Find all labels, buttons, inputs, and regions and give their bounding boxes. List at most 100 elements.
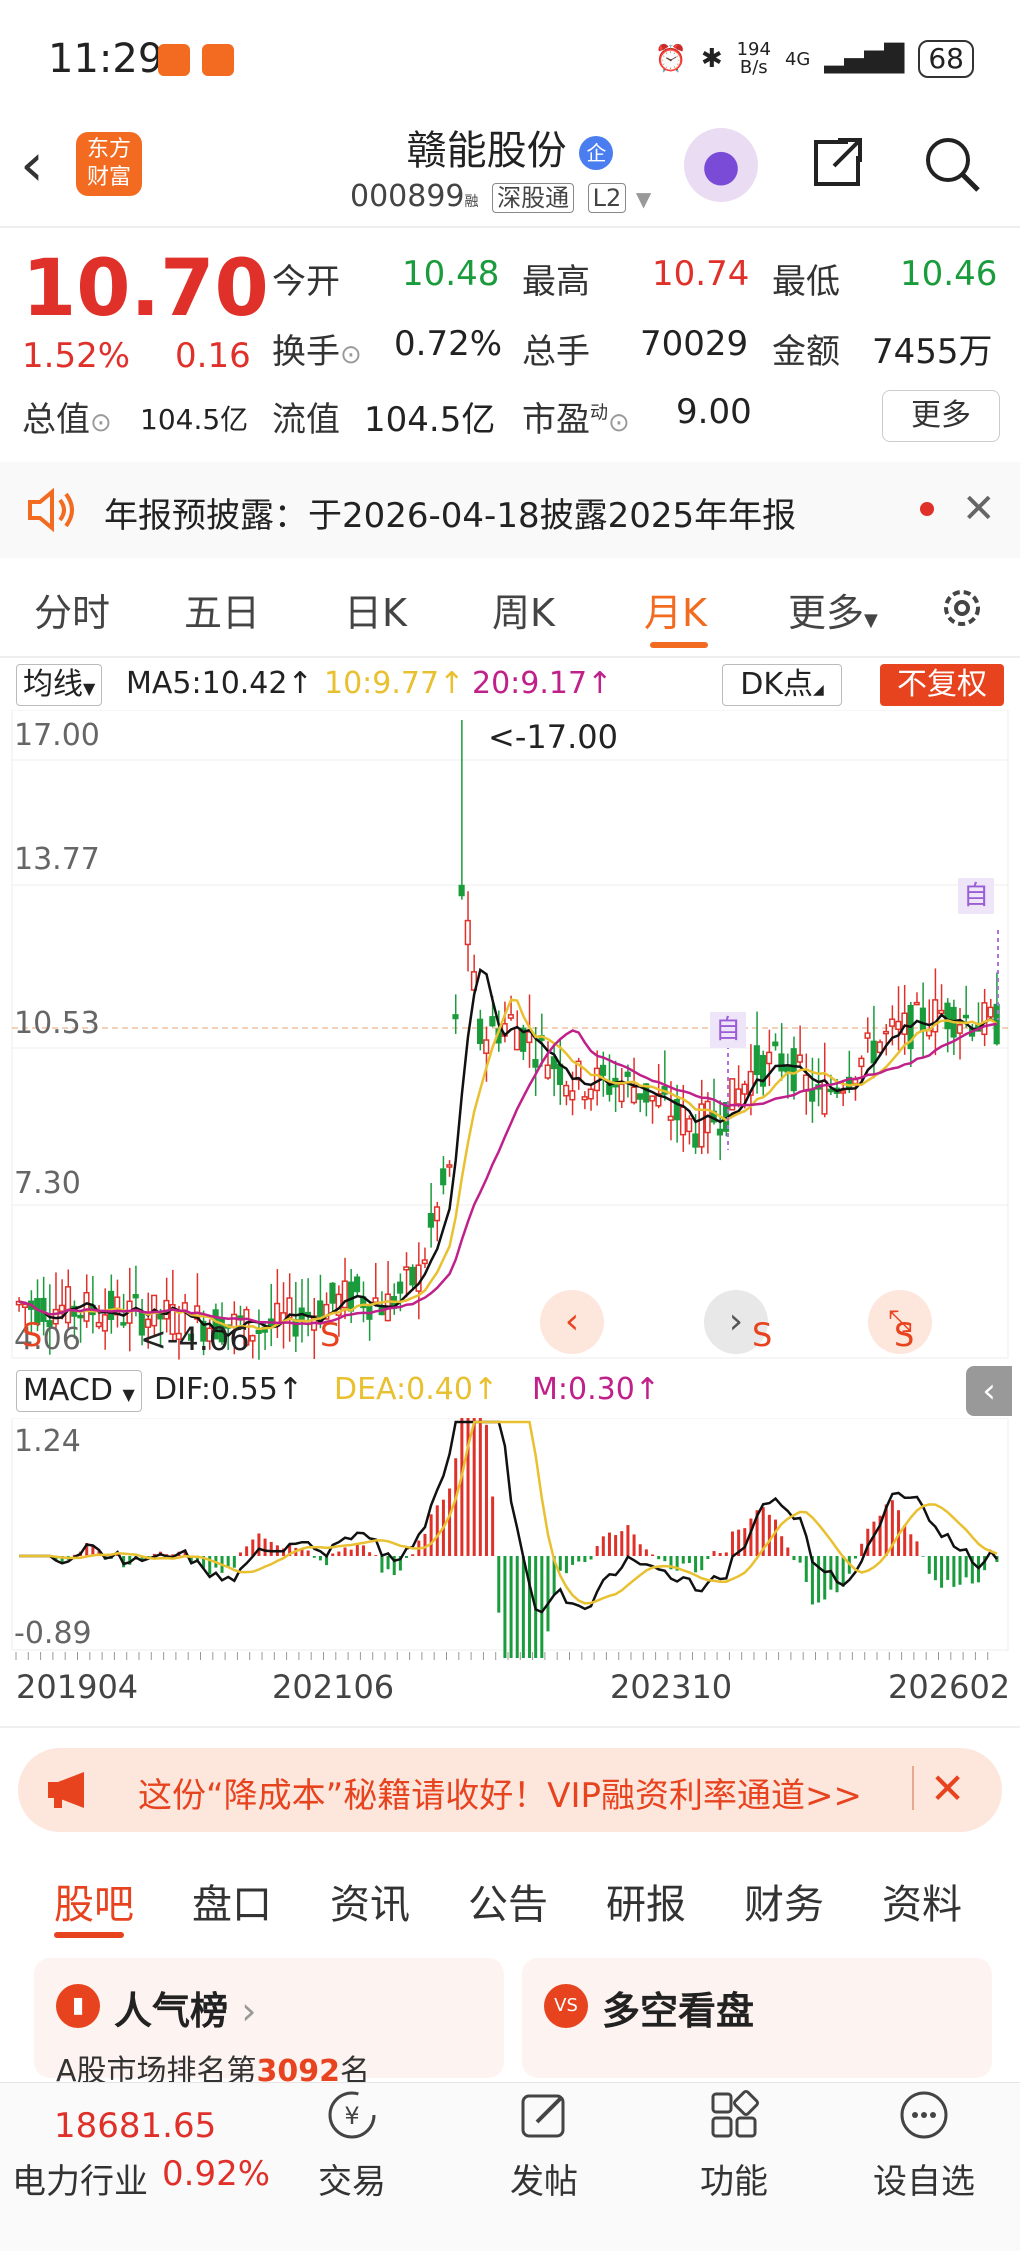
tab-weekly-k[interactable]: 周K [492, 582, 555, 637]
system-icons: ⏰ ✱ 194 B/s 4G ▂▄▆█ 68 [654, 40, 974, 78]
close-icon[interactable]: ✕ [962, 486, 996, 532]
macd-chart[interactable] [0, 1418, 1020, 1658]
tab-order-book[interactable]: 盘口 [192, 1872, 272, 1930]
industry-index[interactable]: 18681.65 [54, 2106, 216, 2146]
scroll-left-button[interactable]: ‹ [540, 1290, 604, 1354]
high-label: 最高 [522, 262, 590, 302]
popularity-title[interactable]: 人气榜 › [114, 1980, 256, 2035]
dif-value: DIF:0.55↑ [154, 1372, 303, 1407]
gear-icon[interactable] [938, 584, 986, 632]
candle-body [938, 1009, 945, 1015]
candle-body [58, 1304, 65, 1312]
more-quote-button[interactable]: 更多 [882, 390, 1000, 442]
candle-body [630, 1086, 637, 1104]
y-tick: 10.53 [14, 1006, 100, 1041]
tab-monthly-k[interactable]: 月K [644, 582, 707, 637]
pe-label: 市盈动⊙ [522, 400, 630, 440]
nav-trade[interactable]: ¥ 交易 [292, 2088, 412, 2203]
tab-intraday[interactable]: 分时 [34, 582, 110, 637]
tab-finance[interactable]: 财务 [744, 1872, 824, 1930]
tab-research[interactable]: 研报 [606, 1872, 686, 1930]
collapse-panel-button[interactable]: ‹ [966, 1366, 1012, 1416]
candle-body [686, 1118, 693, 1133]
candle-body [452, 1014, 459, 1020]
candle-body [796, 1054, 803, 1063]
battery-icon: 68 [918, 40, 974, 78]
net-speed: 194 B/s [736, 39, 771, 78]
chart-icon: ▮ [56, 1984, 100, 2028]
candle-body [624, 1071, 631, 1077]
candle-body [101, 1314, 108, 1332]
candle-body [446, 1164, 453, 1168]
change-percent: 1.52% [22, 336, 131, 376]
edit-icon [521, 2094, 565, 2138]
tab-news[interactable]: 资讯 [330, 1872, 410, 1930]
float-value: 104.5亿 [364, 400, 496, 440]
ma-indicator-select[interactable]: 均线▼ [16, 664, 103, 706]
low-label: 最低 [772, 262, 840, 302]
current-price: 10.70 [22, 244, 269, 334]
nav-post[interactable]: 发帖 [484, 2088, 604, 2203]
candle-body [347, 1281, 355, 1312]
stock-name: 赣能股份 企 [0, 118, 1020, 176]
margin-tag: 融 [464, 194, 479, 210]
svg-text:¥: ¥ [344, 2102, 359, 2130]
tab-profile[interactable]: 资料 [882, 1872, 962, 1930]
tab-announcements[interactable]: 公告 [468, 1872, 548, 1930]
candle-body [532, 1059, 539, 1068]
tab-daily-k[interactable]: 日K [344, 582, 407, 637]
x-tick: 202602 [888, 1668, 1011, 1706]
self-marker[interactable]: 自 [958, 878, 994, 914]
candle-body [987, 1006, 994, 1018]
ma5-value: MA5:10.42↑ [126, 666, 313, 701]
change-amount: 0.16 [175, 336, 251, 376]
macd-indicator-select[interactable]: MACD ▼ [16, 1370, 142, 1412]
candle-body [249, 1334, 256, 1342]
candle-body [600, 1064, 607, 1076]
chevron-down-icon: ▼ [864, 610, 878, 631]
notice-text[interactable]: 年报预披露：于2026-04-18披露2025年年报 [104, 488, 796, 537]
hk-connect-tag: 深股通 [492, 183, 575, 213]
industry-name[interactable]: 电力行业 [12, 2154, 148, 2203]
stock-code: 000899 [350, 179, 465, 214]
candle-body [433, 1206, 441, 1222]
candle-body [569, 1090, 576, 1101]
high-annotation: <-17.00 [488, 718, 618, 756]
tab-five-day[interactable]: 五日 [184, 582, 260, 637]
dk-point-button[interactable]: DK点◢ [722, 664, 842, 706]
bull-bear-title[interactable]: 多空看盘 [602, 1980, 754, 2035]
candle-body [21, 1303, 29, 1308]
x-tick: 201904 [16, 1668, 139, 1706]
x-tick: 202310 [610, 1668, 733, 1706]
candle-body [802, 1074, 810, 1092]
nav-functions[interactable]: 功能 [674, 2088, 794, 2203]
self-marker[interactable]: 自 [710, 1012, 746, 1048]
candle-body [477, 1018, 484, 1045]
ad-text[interactable]: 这份“降成本”秘籍请收好！VIP融资利率通道>> [138, 1768, 862, 1817]
stock-code-row[interactable]: 000899融 深股通 L2 ▼ [350, 178, 651, 214]
tab-more[interactable]: 更多▼ [788, 582, 878, 637]
candle-body [882, 1030, 890, 1035]
nav-add-watchlist[interactable]: 设自选 [864, 2088, 984, 2203]
high-value: 10.74 [652, 254, 750, 294]
ai-assistant-icon[interactable] [684, 128, 758, 202]
enterprise-badge: 企 [579, 136, 614, 170]
bull-bear-card[interactable] [522, 1958, 992, 2078]
close-icon[interactable]: ✕ [930, 1764, 965, 1813]
candle-body [556, 1063, 564, 1085]
candle-body [421, 1259, 428, 1265]
kline-chart[interactable] [0, 710, 1020, 1360]
candle-body [839, 1090, 846, 1094]
pe-value: 9.00 [676, 392, 752, 432]
vs-icon: VS [544, 1984, 588, 2028]
candle-body [464, 919, 471, 946]
share-icon[interactable] [808, 134, 866, 192]
tab-guba[interactable]: 股吧 [54, 1872, 134, 1930]
candle-body [292, 1319, 299, 1337]
industry-percent[interactable]: 0.92% [162, 2154, 270, 2194]
candle-body [636, 1093, 644, 1100]
search-icon[interactable] [920, 132, 984, 196]
adjust-button[interactable]: 不复权 [880, 664, 1004, 706]
info-icon: ⊙ [608, 408, 630, 438]
candle-body [870, 1040, 877, 1064]
